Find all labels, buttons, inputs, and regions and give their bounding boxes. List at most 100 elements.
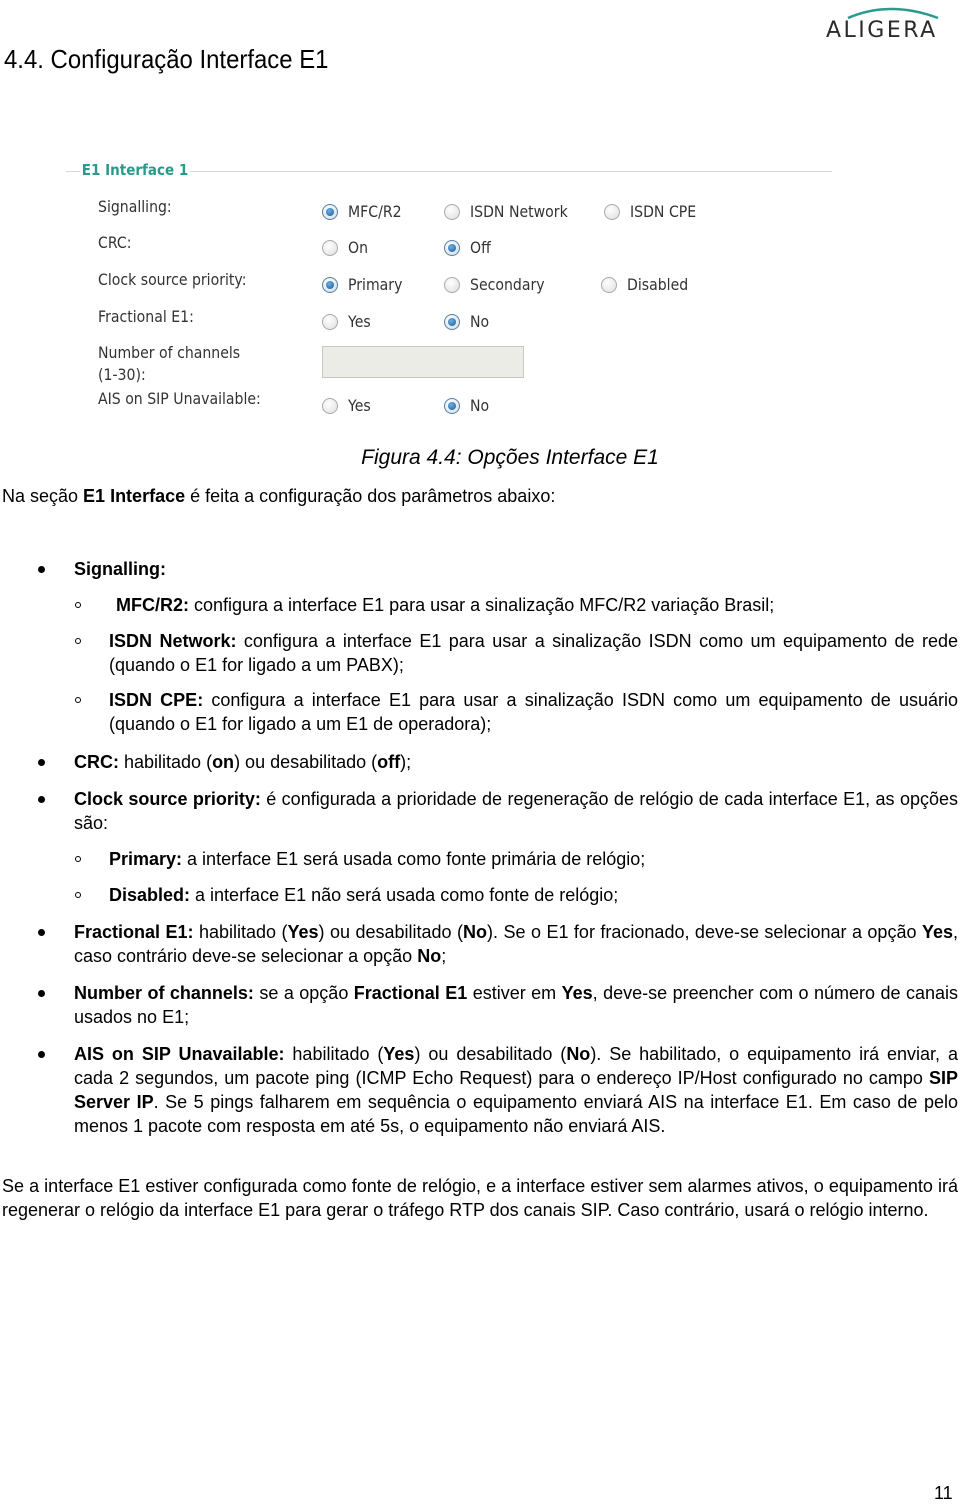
option-label: Yes: [348, 312, 371, 331]
figure-caption: Figura 4.4: Opções Interface E1: [0, 446, 960, 470]
sub-item-isdn-cpe: ISDN CPE: configura a interface E1 para …: [109, 688, 958, 736]
ais-option-no[interactable]: No: [444, 396, 492, 415]
crc-bullet: CRC: habilitado (on) ou desabilitado (of…: [74, 750, 958, 774]
text: habilitado (: [119, 752, 213, 772]
option-label: Primary: [348, 275, 403, 294]
signalling-bullet: Signalling:: [74, 557, 958, 581]
bold-term: No: [417, 946, 442, 966]
signalling-option-isdn-network[interactable]: ISDN Network: [444, 202, 581, 221]
clock-source-label: Clock source priority:: [98, 270, 247, 289]
radio-unchecked-icon[interactable]: [322, 397, 338, 414]
intro-paragraph: Na seção E1 Interface é feita a configur…: [2, 484, 958, 508]
bold-term: off: [377, 752, 401, 772]
channels-label-line1: Number of channels: [98, 343, 241, 362]
sub-item-disabled: Disabled: a interface E1 não será usada …: [109, 883, 958, 907]
option-label: ISDN CPE: [630, 202, 697, 221]
crc-option-off[interactable]: Off: [444, 238, 494, 257]
fieldset-legend: E1 Interface 1: [80, 161, 191, 179]
option-label: Secondary: [470, 275, 545, 294]
text: ) ou desabilitado (: [234, 752, 378, 772]
radio-checked-icon[interactable]: [444, 313, 460, 330]
option-label: ISDN Network: [470, 202, 568, 221]
bold-term: AIS on SIP Unavailable:: [74, 1044, 285, 1064]
radio-checked-icon[interactable]: [322, 276, 338, 293]
sub-bullet-icon: [75, 856, 81, 862]
text: habilitado (: [284, 1044, 384, 1064]
number-of-channels-input[interactable]: [322, 346, 524, 378]
text: se a opção: [253, 983, 354, 1003]
fractional-option-yes[interactable]: Yes: [322, 312, 374, 331]
radio-checked-icon[interactable]: [444, 239, 460, 256]
radio-checked-icon[interactable]: [322, 203, 338, 220]
text: a interface E1 não será usada como fonte…: [190, 885, 619, 905]
sub-item-isdn-network: ISDN Network: configura a interface E1 p…: [109, 629, 958, 677]
option-label: Off: [470, 238, 491, 257]
text: ) ou desabilitado (: [318, 922, 464, 942]
bullet-icon: [38, 929, 45, 936]
crc-label: CRC:: [98, 233, 132, 252]
bold-term: Yes: [383, 1044, 415, 1064]
bold-term: Number of channels:: [74, 983, 254, 1003]
bold-term: MFC/R2:: [116, 595, 189, 615]
signalling-label: Signalling:: [98, 197, 172, 216]
bold-term: Disabled:: [109, 885, 191, 905]
option-label: MFC/R2: [348, 202, 402, 221]
text: . Se 5 pings falharem em sequência o equ…: [74, 1092, 958, 1136]
text: configura a interface E1 para usar a sin…: [109, 631, 959, 675]
bold-term: ISDN Network:: [109, 631, 237, 651]
bullet-icon: [38, 796, 45, 803]
text: Na seção: [2, 486, 84, 506]
channels-bullet: Number of channels: se a opção Fractiona…: [74, 981, 958, 1029]
sub-bullet-icon: [75, 892, 81, 898]
bold-term: ISDN CPE:: [109, 690, 204, 710]
clock-option-disabled[interactable]: Disabled: [601, 275, 697, 294]
crc-option-on[interactable]: On: [322, 238, 371, 257]
fractional-option-no[interactable]: No: [444, 312, 492, 331]
bold-term: Fractional E1:: [74, 922, 194, 942]
bold-term: Fractional E1: [353, 983, 468, 1003]
sub-item-primary: Primary: a interface E1 será usada como …: [109, 847, 958, 871]
text: ). Se o E1 for fracionado, deve-se selec…: [487, 922, 922, 942]
radio-unchecked-icon[interactable]: [601, 276, 617, 293]
clock-option-primary[interactable]: Primary: [322, 275, 410, 294]
text: habilitado (: [193, 922, 288, 942]
text: ) ou desabilitado (: [414, 1044, 567, 1064]
bold-term: Signalling:: [74, 559, 166, 579]
radio-unchecked-icon[interactable]: [444, 276, 460, 293]
closing-paragraph: Se a interface E1 estiver configurada co…: [2, 1176, 958, 1220]
radio-unchecked-icon[interactable]: [322, 313, 338, 330]
option-label: Yes: [348, 396, 371, 415]
option-label: On: [348, 238, 369, 257]
ais-bullet: AIS on SIP Unavailable: habilitado (Yes)…: [74, 1042, 958, 1138]
bold-term: Primary:: [109, 849, 183, 869]
ais-option-yes[interactable]: Yes: [322, 396, 374, 415]
bold-term: Clock source priority:: [74, 789, 261, 809]
text: a interface E1 será usada como fonte pri…: [182, 849, 646, 869]
signalling-option-isdn-cpe[interactable]: ISDN CPE: [604, 202, 705, 221]
text: estiver em: [467, 983, 562, 1003]
bold-term: Yes: [921, 922, 953, 942]
signalling-option-mfcr2[interactable]: MFC/R2: [322, 202, 409, 221]
bold-term: Yes: [287, 922, 319, 942]
bold-term: on: [212, 752, 235, 772]
text: ;: [441, 946, 447, 966]
bullet-icon: [38, 759, 45, 766]
section-title: 4.4. Configuração Interface E1: [4, 44, 329, 74]
radio-unchecked-icon[interactable]: [604, 203, 620, 220]
clock-option-secondary[interactable]: Secondary: [444, 275, 555, 294]
radio-checked-icon[interactable]: [444, 397, 460, 414]
caption-text: Figura 4.4: Opções Interface E1: [361, 446, 659, 469]
radio-unchecked-icon[interactable]: [444, 203, 460, 220]
radio-unchecked-icon[interactable]: [322, 239, 338, 256]
fractional-e1-bullet: Fractional E1: habilitado (Yes) ou desab…: [74, 920, 958, 968]
page-number: 11: [934, 1483, 953, 1503]
ais-label: AIS on SIP Unavailable:: [98, 389, 261, 408]
bullet-icon: [38, 1051, 45, 1058]
aligera-logo: ALIGERA: [820, 4, 958, 44]
e1-interface-form: E1 Interface 1 Signalling: MFC/R2 ISDN N…: [66, 158, 832, 428]
sub-bullet-icon: [75, 697, 81, 703]
clock-source-bullet: Clock source priority: é configurada a p…: [74, 787, 958, 835]
logo-text: ALIGERA: [826, 18, 938, 43]
bold-term: CRC:: [74, 752, 119, 772]
sub-bullet-icon: [75, 602, 81, 608]
